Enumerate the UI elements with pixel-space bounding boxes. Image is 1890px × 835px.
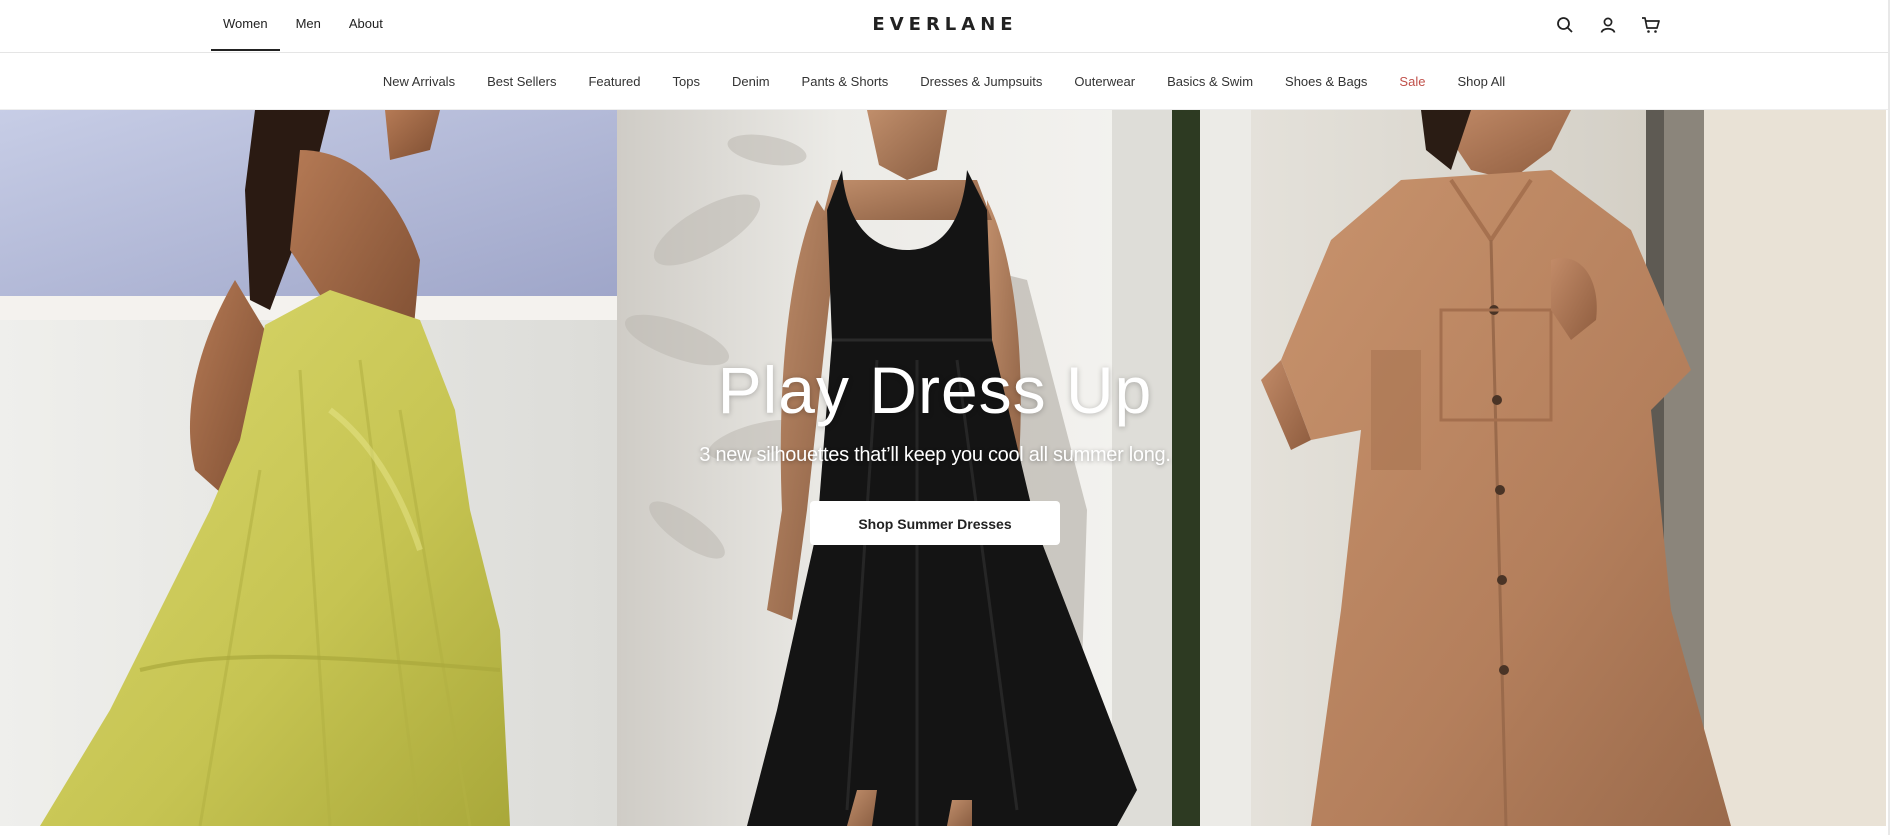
search-icon[interactable] bbox=[1553, 13, 1577, 37]
hero-subtitle: 3 new silhouettes that’ll keep you cool … bbox=[699, 444, 1171, 466]
hero-banner[interactable]: Play Dress Up 3 new silhouettes that’ll … bbox=[0, 110, 1886, 826]
category-best-sellers[interactable]: Best Sellers bbox=[487, 74, 556, 89]
category-pants-shorts[interactable]: Pants & Shorts bbox=[802, 74, 889, 89]
category-new-arrivals[interactable]: New Arrivals bbox=[383, 74, 455, 89]
category-shoes-bags[interactable]: Shoes & Bags bbox=[1285, 74, 1367, 89]
category-denim[interactable]: Denim bbox=[732, 74, 770, 89]
hero-title: Play Dress Up bbox=[717, 353, 1153, 427]
shop-summer-dresses-button[interactable]: Shop Summer Dresses bbox=[810, 501, 1060, 545]
category-dresses-jumpsuits[interactable]: Dresses & Jumpsuits bbox=[920, 74, 1042, 89]
gender-nav: Women Men About bbox=[211, 0, 399, 52]
category-tops[interactable]: Tops bbox=[673, 74, 700, 89]
brand-logo[interactable]: EVERLANE bbox=[845, 14, 1045, 35]
top-bar: Women Men About EVERLANE bbox=[0, 0, 1888, 53]
hero-image-tan-dress[interactable] bbox=[1251, 110, 1886, 826]
account-icon[interactable] bbox=[1596, 13, 1620, 37]
tab-men[interactable]: Men bbox=[284, 0, 333, 49]
cart-icon[interactable] bbox=[1639, 13, 1663, 37]
hero-image-yellow-dress[interactable] bbox=[0, 110, 617, 826]
category-outerwear[interactable]: Outerwear bbox=[1074, 74, 1135, 89]
utility-icons bbox=[1553, 13, 1663, 37]
category-shop-all[interactable]: Shop All bbox=[1457, 74, 1505, 89]
category-sale[interactable]: Sale bbox=[1399, 74, 1425, 89]
tab-about[interactable]: About bbox=[337, 0, 395, 49]
tab-women[interactable]: Women bbox=[211, 0, 280, 51]
category-basics-swim[interactable]: Basics & Swim bbox=[1167, 74, 1253, 89]
hero-copy: Play Dress Up 3 new silhouettes that’ll … bbox=[600, 350, 1270, 545]
category-nav: New Arrivals Best Sellers Featured Tops … bbox=[0, 53, 1888, 110]
category-featured[interactable]: Featured bbox=[588, 74, 640, 89]
